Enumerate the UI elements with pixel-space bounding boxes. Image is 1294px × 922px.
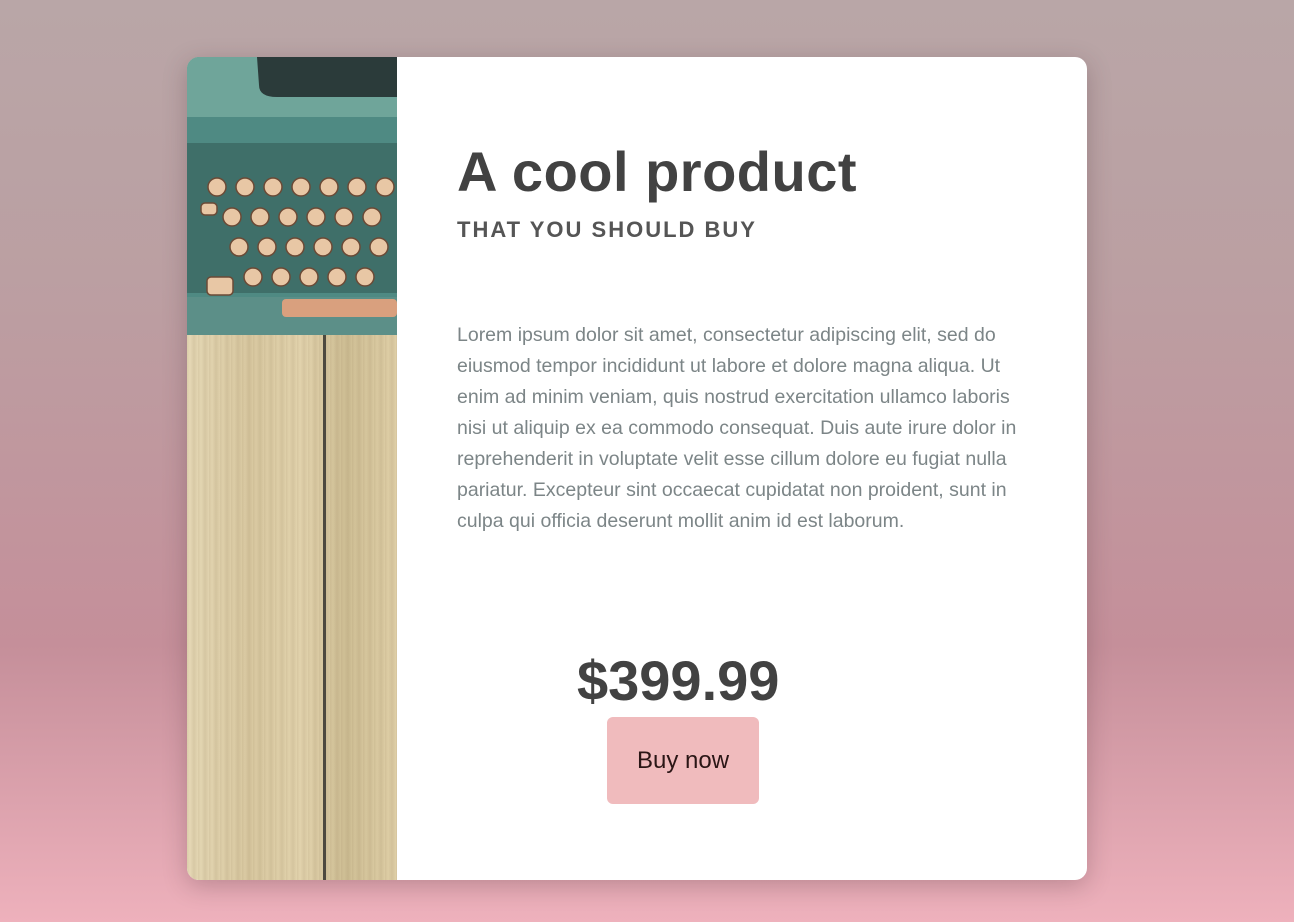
typewriter-icon xyxy=(187,57,397,335)
buy-now-button[interactable]: Buy now xyxy=(607,717,759,804)
wood-plank-seam xyxy=(323,327,326,880)
product-title: A cool product xyxy=(457,140,858,203)
product-description: Lorem ipsum dolor sit amet, consectetur … xyxy=(457,324,1017,532)
product-details: A cool product THAT YOU SHOULD BUY Lorem… xyxy=(397,57,1087,880)
product-image xyxy=(187,57,397,880)
product-card: A cool product THAT YOU SHOULD BUY Lorem… xyxy=(187,57,1087,880)
product-subtitle: THAT YOU SHOULD BUY xyxy=(457,217,757,242)
product-price: $399.99 xyxy=(577,649,780,712)
